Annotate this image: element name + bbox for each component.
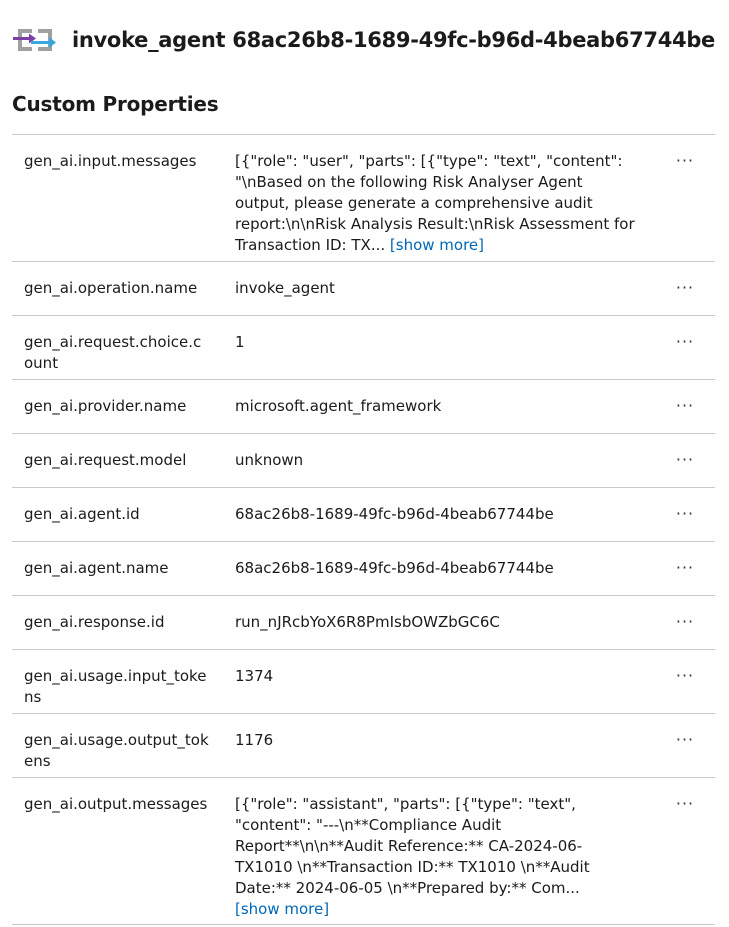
property-value: 68ac26b8-1689-49fc-b96d-4beab67744be: [235, 559, 554, 577]
more-options-button[interactable]: ···: [673, 668, 697, 688]
more-options-button[interactable]: ···: [673, 560, 697, 580]
page-header: invoke_agent 68ac26b8-1689-49fc-b96d-4be…: [12, 18, 722, 62]
show-more-link[interactable]: [show more]: [390, 236, 484, 254]
property-key: gen_ai.request.choice.count: [24, 333, 202, 372]
arrow-exchange-icon: [12, 24, 58, 56]
more-options-button[interactable]: ···: [673, 153, 697, 173]
property-row: gen_ai.response.id run_nJRcbYoX6R8PmIsbO…: [12, 596, 715, 650]
property-row: gen_ai.usage.input_tokens 1374 ···: [12, 650, 715, 714]
property-row: gen_ai.agent.id 68ac26b8-1689-49fc-b96d-…: [12, 488, 715, 542]
property-value: microsoft.agent_framework: [235, 397, 442, 415]
properties-table: gen_ai.input.messages [{"role": "user", …: [12, 134, 715, 925]
property-row: gen_ai.provider.name microsoft.agent_fra…: [12, 380, 715, 434]
property-key: gen_ai.usage.input_tokens: [24, 667, 207, 706]
property-key: gen_ai.response.id: [24, 613, 165, 631]
property-row: gen_ai.output.messages [{"role": "assist…: [12, 778, 715, 925]
property-row: gen_ai.operation.name invoke_agent ···: [12, 262, 715, 316]
property-key: gen_ai.output.messages: [24, 795, 208, 813]
more-options-button[interactable]: ···: [673, 452, 697, 472]
more-options-button[interactable]: ···: [673, 334, 697, 354]
property-key: gen_ai.input.messages: [24, 152, 197, 170]
more-options-button[interactable]: ···: [673, 732, 697, 752]
property-key: gen_ai.agent.name: [24, 559, 169, 577]
section-title: Custom Properties: [12, 92, 219, 116]
property-value: 1: [235, 333, 245, 351]
property-row: gen_ai.request.choice.count 1 ···: [12, 316, 715, 380]
property-key: gen_ai.request.model: [24, 451, 187, 469]
property-key: gen_ai.agent.id: [24, 505, 140, 523]
property-value: 68ac26b8-1689-49fc-b96d-4beab67744be: [235, 505, 554, 523]
property-row: gen_ai.agent.name 68ac26b8-1689-49fc-b96…: [12, 542, 715, 596]
more-options-button[interactable]: ···: [673, 506, 697, 526]
property-key: gen_ai.provider.name: [24, 397, 187, 415]
property-row: gen_ai.request.model unknown ···: [12, 434, 715, 488]
property-row: gen_ai.usage.output_tokens 1176 ···: [12, 714, 715, 778]
property-value: [{"role": "user", "parts": [{"type": "te…: [235, 152, 635, 254]
property-value: 1176: [235, 731, 274, 749]
property-value: unknown: [235, 451, 304, 469]
show-more-link[interactable]: [show more]: [235, 900, 329, 918]
more-options-button[interactable]: ···: [673, 614, 697, 634]
property-key: gen_ai.operation.name: [24, 279, 198, 297]
property-row: gen_ai.input.messages [{"role": "user", …: [12, 135, 715, 262]
more-options-button[interactable]: ···: [673, 280, 697, 300]
property-value: invoke_agent: [235, 279, 335, 297]
property-value: run_nJRcbYoX6R8PmIsbOWZbGC6C: [235, 613, 500, 631]
more-options-button[interactable]: ···: [673, 398, 697, 418]
page-title: invoke_agent 68ac26b8-1689-49fc-b96d-4be…: [72, 28, 715, 52]
property-value: 1374: [235, 667, 274, 685]
more-options-button[interactable]: ···: [673, 796, 697, 816]
property-value: [{"role": "assistant", "parts": [{"type"…: [235, 795, 590, 918]
property-key: gen_ai.usage.output_tokens: [24, 731, 209, 770]
